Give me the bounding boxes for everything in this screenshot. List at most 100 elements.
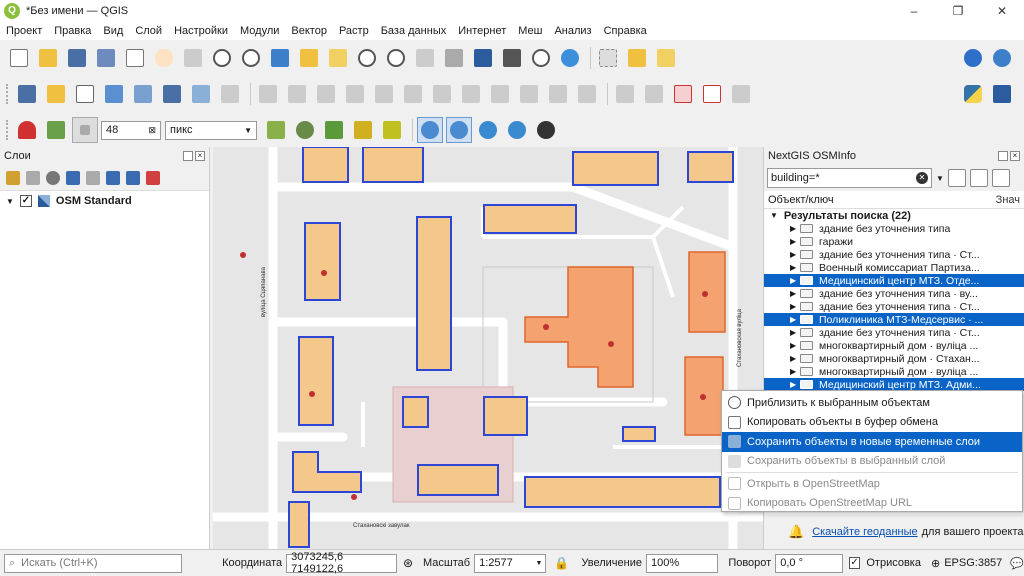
cursor-icon[interactable]	[969, 169, 988, 187]
expand-arrow-icon[interactable]: ▼	[6, 197, 14, 206]
close-button[interactable]: ✕	[980, 0, 1024, 22]
expand-arrow-icon[interactable]: ▶	[790, 367, 800, 376]
select-by-expression-button[interactable]	[624, 45, 650, 71]
paste-button[interactable]	[516, 81, 542, 107]
menu-settings[interactable]: Настройки	[168, 25, 234, 37]
snap-tolerance-input[interactable]: 48 ⊠	[101, 120, 161, 140]
expression-filter-icon[interactable]	[86, 170, 100, 185]
copy-button[interactable]	[487, 81, 513, 107]
menu-raster[interactable]: Растр	[333, 25, 375, 37]
select-features-button[interactable]	[595, 45, 621, 71]
zoom-in-button[interactable]	[209, 45, 235, 71]
osminfo-globe-button[interactable]	[475, 117, 501, 143]
temporal-controller-button[interactable]	[528, 45, 554, 71]
map-canvas[interactable]: вуліца Сцяпанава Стахановская вуліца Ста…	[213, 147, 763, 549]
node-tool-button[interactable]	[400, 81, 426, 107]
expand-arrow-icon[interactable]: ▼	[770, 211, 778, 220]
vertex-tool-button[interactable]	[217, 81, 243, 107]
new-3d-view-button[interactable]	[441, 45, 467, 71]
pan-button[interactable]	[151, 45, 177, 71]
menu-plugins[interactable]: Модули	[234, 25, 285, 37]
save-as-button[interactable]	[93, 45, 119, 71]
label-tool-button[interactable]	[612, 81, 638, 107]
refresh-button[interactable]	[557, 45, 583, 71]
zoom-last-button[interactable]	[354, 45, 380, 71]
menu-vector[interactable]: Вектор	[285, 25, 333, 37]
trace-button[interactable]	[379, 117, 405, 143]
crs-globe-icon[interactable]: ⊕	[931, 557, 940, 570]
menu-database[interactable]: База данных	[375, 25, 453, 37]
new-project-button[interactable]	[6, 45, 32, 71]
coordinate-field[interactable]: 3073245,6 7149122,6	[286, 551, 397, 575]
expand-arrow-icon[interactable]: ▶	[790, 237, 800, 246]
result-item[interactable]: ▶ здание без уточнения типа · ву...	[764, 287, 1024, 300]
zoom-full-button[interactable]	[267, 45, 293, 71]
layer-item[interactable]: ▼ ✓ OSM Standard	[0, 191, 209, 211]
menu-item-open-osm[interactable]: Открыть в OpenStreetMap	[722, 474, 1022, 494]
add-raster-button[interactable]	[130, 81, 156, 107]
menu-item-copy-to-clipboard[interactable]: Копировать объекты в буфер обмена	[722, 413, 1022, 433]
identify-button[interactable]	[960, 45, 986, 71]
column-key[interactable]: Объект/ключ	[768, 194, 834, 206]
zoom-next-button[interactable]	[383, 45, 409, 71]
osminfo-globe2-button[interactable]	[504, 117, 530, 143]
toolbar-grip[interactable]	[6, 120, 10, 140]
pan-to-selection-button[interactable]	[180, 45, 206, 71]
move-feature-button[interactable]	[371, 81, 397, 107]
print-layout-button[interactable]	[122, 45, 148, 71]
save-edits-button[interactable]	[313, 81, 339, 107]
snap-units-select[interactable]: пикс ▼	[165, 120, 257, 140]
menu-help[interactable]: Справка	[598, 25, 653, 37]
expand-arrow-icon[interactable]: ▶	[790, 328, 800, 337]
result-item[interactable]: ▶ здание без уточнения типа · Ст...	[764, 326, 1024, 339]
menu-web[interactable]: Интернет	[452, 25, 512, 37]
expand-arrow-icon[interactable]: ▶	[790, 250, 800, 259]
digitize-button[interactable]	[101, 81, 127, 107]
edit-pencil-button[interactable]	[255, 81, 281, 107]
lock-scale-icon[interactable]: 🔒	[554, 556, 569, 570]
add-feature-button[interactable]	[342, 81, 368, 107]
result-item[interactable]: ▶ здание без уточнения типа · Ст...	[764, 248, 1024, 261]
cut-button[interactable]	[458, 81, 484, 107]
result-item-selected[interactable]: ▶ Медицинский центр МТЗ. Отде...	[764, 274, 1024, 287]
osminfo-identify-button[interactable]	[417, 117, 443, 143]
deselect-button[interactable]	[653, 45, 679, 71]
expand-arrow-icon[interactable]: ▶	[790, 276, 800, 285]
column-value[interactable]: Знач	[996, 194, 1020, 206]
messages-icon[interactable]: 💬	[1010, 557, 1024, 570]
self-snap-button[interactable]	[350, 117, 376, 143]
filter-icon[interactable]	[66, 170, 80, 185]
osminfo-search-button[interactable]	[446, 117, 472, 143]
layer-visibility-checkbox[interactable]: ✓	[19, 195, 32, 207]
save-project-button[interactable]	[64, 45, 90, 71]
close-panel-icon[interactable]: ×	[1010, 151, 1020, 161]
map-book-icon[interactable]	[947, 169, 966, 187]
rotation-field[interactable]: 0,0 °	[775, 553, 843, 573]
expand-arrow-icon[interactable]: ▶	[790, 289, 800, 298]
toolbar-grip[interactable]	[6, 84, 10, 104]
menu-analysis[interactable]: Анализ	[548, 25, 597, 37]
menu-view[interactable]: Вид	[97, 25, 129, 37]
edit-line-button[interactable]	[284, 81, 310, 107]
float-panel-icon[interactable]	[998, 151, 1008, 161]
avoid-overlap-button[interactable]	[292, 117, 318, 143]
python-console-button[interactable]	[960, 81, 986, 107]
result-item[interactable]: ▶ здание без уточнения типа	[764, 222, 1024, 235]
snapping-type-button[interactable]	[72, 117, 98, 143]
zoom-layer-button[interactable]	[296, 45, 322, 71]
label-abc-button[interactable]	[670, 81, 696, 107]
expand-arrow-icon[interactable]: ▶	[790, 380, 800, 389]
add-mesh-button[interactable]	[159, 81, 185, 107]
result-item[interactable]: ▶ гаражи	[764, 235, 1024, 248]
maximize-button[interactable]: ❐	[936, 0, 980, 22]
data-source-manager-button[interactable]	[14, 81, 40, 107]
settings-button[interactable]	[989, 45, 1015, 71]
download-geodata-link[interactable]: Скачайте геоданные	[812, 526, 917, 538]
menu-icon[interactable]	[991, 169, 1010, 187]
open-project-button[interactable]	[35, 45, 61, 71]
redo-button[interactable]	[574, 81, 600, 107]
expand-arrow-icon[interactable]: ▶	[790, 315, 800, 324]
render-checkbox[interactable]: ✓	[848, 557, 861, 569]
toggle-extents-icon[interactable]: ⊛	[403, 556, 413, 570]
zoom-out-button[interactable]	[238, 45, 264, 71]
